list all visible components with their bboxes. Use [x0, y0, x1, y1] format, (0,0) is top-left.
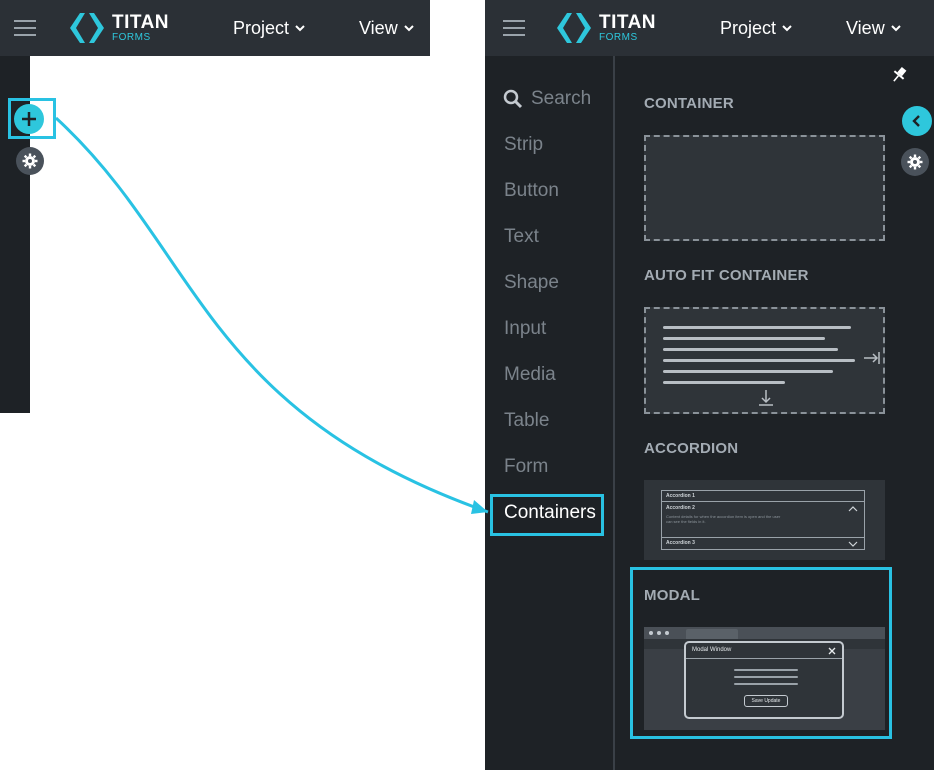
callout-arrow: [54, 116, 489, 514]
